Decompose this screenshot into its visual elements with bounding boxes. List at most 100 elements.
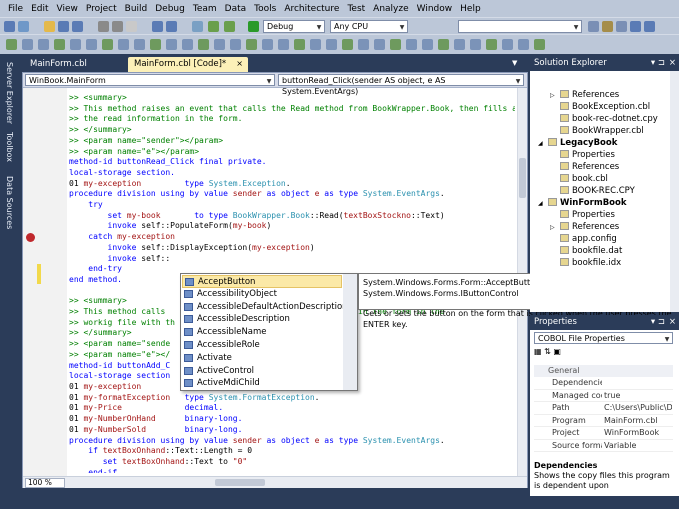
tree-item[interactable]: ◢ WinFormBook [538, 198, 627, 208]
pin-icon[interactable]: ▾ ⊐ [651, 56, 665, 71]
editor-toolbar-icon[interactable] [6, 39, 17, 50]
tab-design[interactable]: MainForm.cbl [Design]* [24, 57, 128, 83]
editor-toolbar-icon[interactable] [406, 39, 417, 50]
property-pages-icon[interactable]: ▣ [553, 347, 561, 356]
editor-toolbar-icon[interactable] [358, 39, 369, 50]
data-sources-tab[interactable]: Data Sources [5, 176, 14, 229]
editor-toolbar-icon[interactable] [534, 39, 545, 50]
toolbar-icon[interactable] [644, 21, 655, 32]
tree-item[interactable]: ▷ References [550, 90, 619, 100]
editor-toolbar-icon[interactable] [518, 39, 529, 50]
editor-toolbar-icon[interactable] [390, 39, 401, 50]
property-row[interactable]: Source formatVariable [534, 440, 673, 452]
editor-toolbar-icon[interactable] [150, 39, 161, 50]
autocomplete-item[interactable]: ActiveMdiChild [182, 377, 342, 390]
editor-toolbar-icon[interactable] [182, 39, 193, 50]
close-icon[interactable]: × [669, 315, 676, 330]
property-row[interactable]: Managed codetrue [534, 390, 673, 403]
property-row[interactable]: Program MainForm.cbl [534, 415, 673, 427]
toolbar-icon[interactable] [248, 21, 259, 32]
autocomplete-list[interactable]: AcceptButton AccessibilityObject Accessibl… [180, 273, 358, 391]
editor-toolbar-icon[interactable] [438, 39, 449, 50]
autocomplete-item[interactable]: AccessibilityObject [182, 288, 342, 301]
editor-toolbar-icon[interactable] [342, 39, 353, 50]
close-icon[interactable]: × [236, 57, 243, 71]
autocomplete-scrollbar[interactable] [343, 274, 357, 390]
menu-item-test[interactable]: Test [343, 4, 369, 14]
toolbar-icon[interactable] [602, 21, 613, 32]
tree-item[interactable]: Properties [550, 210, 615, 220]
editor-toolbar-icon[interactable] [502, 39, 513, 50]
menu-item-help[interactable]: Help [456, 4, 485, 14]
editor-toolbar-icon[interactable] [262, 39, 273, 50]
solution-config-dropdown[interactable]: Debug ▼ [263, 20, 325, 33]
tree-item[interactable]: app.config [550, 234, 617, 244]
tree-item[interactable]: bookfile.dat [550, 246, 622, 256]
autocomplete-item[interactable]: AcceptButton [182, 275, 342, 288]
expander-icon[interactable]: ◢ [538, 200, 548, 207]
editor-toolbar-icon[interactable] [118, 39, 129, 50]
property-row[interactable]: Dependencies [534, 377, 673, 390]
property-value[interactable]: C:\Users\Public\Do [604, 402, 672, 415]
editor-toolbar-icon[interactable] [70, 39, 81, 50]
category-general[interactable]: General [534, 365, 673, 377]
toolbar-icon[interactable] [630, 21, 641, 32]
zoom-dropdown[interactable]: 100 % [25, 478, 65, 488]
property-value[interactable]: true [604, 390, 672, 403]
menu-item-analyze[interactable]: Analyze [369, 4, 412, 14]
toolbar-icon[interactable] [616, 21, 627, 32]
editor-toolbar-icon[interactable] [22, 39, 33, 50]
autocomplete-item[interactable]: AccessibleRole [182, 339, 342, 352]
toolbar-icon[interactable] [126, 21, 137, 32]
menu-item-window[interactable]: Window [413, 4, 457, 14]
chevron-down-icon[interactable]: ▼ [512, 59, 522, 67]
toolbar-icon[interactable] [152, 21, 163, 32]
breakpoint-icon[interactable] [26, 233, 35, 242]
toolbar-icon[interactable] [98, 21, 109, 32]
tree-item[interactable]: book.cbl [550, 174, 608, 184]
editor-toolbar-icon[interactable] [310, 39, 321, 50]
toolbar-icon[interactable] [44, 21, 55, 32]
member-dropdown[interactable]: buttonRead_Click(sender AS object, e AS … [278, 74, 524, 96]
editor-toolbar-icon[interactable] [326, 39, 337, 50]
editor-toolbar-icon[interactable] [374, 39, 385, 50]
menu-item-data[interactable]: Data [221, 4, 251, 14]
autocomplete-item[interactable]: AccessibleName [182, 326, 342, 339]
object-dropdown[interactable]: COBOL File Properties ▼ [534, 332, 673, 344]
property-row[interactable]: Project WinFormBook [534, 427, 673, 440]
tree-scrollbar[interactable] [670, 71, 679, 312]
menu-item-file[interactable]: File [4, 4, 27, 14]
tree-item[interactable]: book-rec-dotnet.cpy [550, 114, 658, 124]
editor-toolbar-icon[interactable] [278, 39, 289, 50]
editor-toolbar-icon[interactable] [54, 39, 65, 50]
editor-toolbar-icon[interactable] [230, 39, 241, 50]
toolbar-icon[interactable] [18, 21, 29, 32]
editor-toolbar-icon[interactable] [294, 39, 305, 50]
autocomplete-item[interactable]: ActiveControl [182, 365, 342, 378]
editor-toolbar-icon[interactable] [470, 39, 481, 50]
editor-toolbar-icon[interactable] [454, 39, 465, 50]
editor-toolbar-icon[interactable] [214, 39, 225, 50]
expander-icon[interactable]: ▷ [550, 92, 560, 99]
find-input[interactable]: ▼ [458, 20, 582, 33]
editor-toolbar-icon[interactable] [86, 39, 97, 50]
menu-item-architecture[interactable]: Architecture [280, 4, 343, 14]
editor-toolbar-icon[interactable] [166, 39, 177, 50]
tab-code[interactable]: MainForm.cbl [Code]* × [128, 57, 248, 72]
toolbar-icon[interactable] [208, 21, 219, 32]
autocomplete-item[interactable]: AccessibleDefaultActionDescription [182, 301, 348, 314]
toolbar-icon[interactable] [224, 21, 235, 32]
tree-item[interactable]: bookfile.idx [550, 258, 621, 268]
menu-item-project[interactable]: Project [82, 4, 121, 14]
pin-icon[interactable]: ▾ ⊐ [651, 315, 665, 330]
server-explorer-tab[interactable]: Server Explorer [5, 62, 14, 124]
expander-icon[interactable]: ◢ [538, 140, 548, 147]
menu-item-edit[interactable]: Edit [27, 4, 52, 14]
categorized-icon[interactable]: ▦ [534, 347, 542, 356]
editor-toolbar-icon[interactable] [246, 39, 257, 50]
scroll-thumb[interactable] [519, 158, 526, 198]
toolbar-icon[interactable] [192, 21, 203, 32]
alphabetical-icon[interactable]: ⇅ [544, 347, 551, 356]
class-dropdown[interactable]: WinBook.MainForm ▼ [25, 74, 275, 86]
toolbar-icon[interactable] [166, 21, 177, 32]
